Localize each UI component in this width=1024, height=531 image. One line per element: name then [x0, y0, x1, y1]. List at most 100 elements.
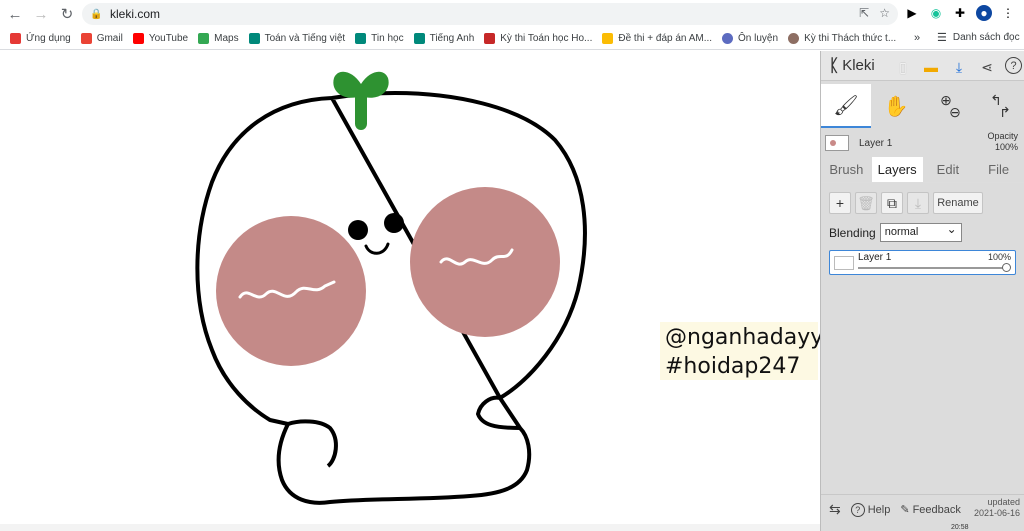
blending-control: Blending normal [829, 221, 962, 242]
profile-avatar-icon[interactable]: ● [976, 5, 992, 21]
opacity-readout: Opacity 100% [987, 131, 1018, 152]
bookmark-maps[interactable]: Maps [198, 33, 239, 44]
bookmark-toan-tieng-viet[interactable]: Toán và Tiếng việt [248, 33, 345, 44]
layer-list-opacity: 100% [987, 252, 1011, 262]
layer-opacity-slider-handle[interactable] [1002, 263, 1011, 272]
brush-tool-button[interactable]: 🖌 [821, 84, 871, 128]
share-icon[interactable]: ⇱ [859, 6, 869, 20]
bookmark-ky-thi-toan[interactable]: Kỳ thi Toán học Ho... [484, 33, 592, 44]
hand-tool-button[interactable]: ✋ [871, 84, 921, 128]
bookmark-de-thi[interactable]: Đề thi + đáp án AM... [602, 33, 712, 44]
right-eye [384, 213, 404, 233]
tab-layers[interactable]: Layers [871, 157, 923, 182]
layer-thumbnail [825, 135, 849, 151]
delete-layer-button[interactable]: 🗑 [855, 192, 877, 214]
extension-grammarly-icon[interactable]: ◉ [928, 5, 944, 21]
drive-icon [602, 33, 614, 44]
help-button[interactable]: ? Help [850, 502, 890, 517]
swap-sides-button[interactable]: ⇆ [829, 501, 841, 518]
tab-edit[interactable]: Edit [923, 157, 974, 182]
new-file-icon[interactable]: ▯ [893, 57, 913, 77]
share-icon[interactable]: ⋖ [977, 57, 997, 77]
blending-select[interactable]: normal [879, 221, 962, 242]
layers-panel: + 🗑 ⧉ ⤓ Rename Blending normal Layer 1 1… [821, 183, 1024, 493]
layer-opacity-track[interactable] [858, 267, 1008, 269]
reading-list-icon: ☰ [937, 32, 947, 44]
blending-label: Blending [829, 225, 876, 240]
reload-icon[interactable]: ↻ [56, 3, 78, 25]
kleki-footer: ⇆ ? Help ✎ Feedback updated 2021-06-16 [821, 494, 1024, 524]
url-text: kleki.com [110, 7, 161, 21]
meet-icon [248, 33, 260, 44]
open-folder-icon[interactable]: ▬ [921, 57, 941, 77]
download-icon[interactable]: ⤓ [949, 57, 969, 77]
star-icon[interactable]: ☆ [879, 6, 890, 20]
undo-redo-button[interactable]: ↰ ↱ [971, 84, 1021, 128]
reading-list-button[interactable]: ☰ Danh sách đọc [937, 31, 1020, 44]
drawing-canvas[interactable]: @nganhadayy #hoidap247 [0, 51, 824, 531]
kleki-logo[interactable]: ᛕ Kleki [829, 56, 875, 76]
os-taskbar [0, 524, 820, 531]
bookmark-on-luyen[interactable]: Ôn luyện [722, 33, 778, 44]
merge-down-icon: ⤓ [914, 194, 922, 211]
taskbar-clock: 20:58 [951, 524, 969, 531]
maps-pin-icon [198, 33, 210, 44]
duplicate-layer-button[interactable]: ⧉ [881, 192, 903, 214]
menu-dots-icon[interactable]: ⋮ [1000, 5, 1016, 21]
youtube-icon [132, 33, 144, 44]
bookmark-thach-thuc[interactable]: Kỳ thi Thách thức t... [788, 33, 896, 44]
help-icon: ? [850, 502, 865, 517]
redo-icon[interactable]: ↱ [999, 105, 1011, 119]
layer-actions: + 🗑 ⧉ ⤓ Rename [829, 192, 983, 214]
meet-icon [413, 33, 425, 44]
canvas-drawing [195, 71, 587, 505]
tab-file[interactable]: File [973, 157, 1024, 182]
bookmark-youtube[interactable]: YouTube [132, 33, 188, 44]
left-eye [348, 220, 368, 240]
layer-list-name: Layer 1 [858, 252, 892, 263]
kleki-file-actions: ▯ ▬ ⤓ ⋖ ? [893, 57, 1022, 77]
zoom-out-icon[interactable]: ⊖ [949, 105, 961, 119]
left-cheek [216, 216, 366, 366]
sprout-stem [355, 92, 367, 130]
trash-icon: 🗑 [857, 194, 875, 211]
back-arrow-icon[interactable]: ← [4, 3, 26, 25]
bookmark-apps[interactable]: Ứng dụng [10, 33, 71, 44]
merge-layer-button[interactable]: ⤓ [907, 192, 929, 214]
swap-arrows-icon: ⇆ [829, 501, 841, 517]
address-bar[interactable]: 🔒 kleki.com ⇱ ☆ [82, 3, 898, 25]
browser-toolbar: ← → ↻ 🔒 kleki.com ⇱ ☆ ▶ ◉ ✚ ● ⋮ [0, 0, 1024, 28]
sprout-leaves [333, 71, 389, 98]
feedback-icon: ✎ [900, 504, 910, 516]
updated-info: updated 2021-06-16 [973, 497, 1020, 518]
bookmark-gmail[interactable]: Gmail [80, 33, 123, 44]
help-circle-icon[interactable]: ? [1005, 57, 1022, 74]
tab-brush[interactable]: Brush [821, 157, 872, 182]
bookmarks-more-button[interactable]: » [914, 32, 920, 44]
bookmark-tin-hoc[interactable]: Tin học [355, 33, 404, 44]
owl-icon [722, 33, 734, 44]
layer-list-item[interactable]: Layer 1 100% [829, 250, 1016, 275]
flag-icon [484, 33, 496, 44]
bookmarks-bar: Ứng dụng Gmail YouTube Maps Toán và Tiến… [0, 28, 1024, 50]
add-layer-button[interactable]: + [829, 192, 851, 214]
meet-icon [355, 33, 367, 44]
lock-icon[interactable]: 🔒 [90, 9, 108, 20]
kleki-logo-icon: ᛕ [829, 55, 840, 75]
forward-arrow-icon[interactable]: → [30, 3, 52, 25]
brush-icon: 🖌 [833, 94, 859, 117]
extension-play-icon[interactable]: ▶ [904, 5, 920, 21]
bookmark-tieng-anh[interactable]: Tiếng Anh [413, 33, 474, 44]
current-layer-info: Layer 1 Opacity 100% [821, 130, 1024, 156]
zoom-button[interactable]: ⊕ ⊖ [921, 84, 971, 128]
panel-tabs: Brush Layers Edit File [821, 157, 1024, 183]
extensions-puzzle-icon[interactable]: ✚ [952, 5, 968, 21]
duplicate-icon: ⧉ [887, 194, 897, 211]
feedback-button[interactable]: ✎ Feedback [900, 503, 961, 517]
tool-selector: 🖌 ✋ ⊕ ⊖ ↰ ↱ [821, 84, 1024, 128]
layer-list-thumbnail [834, 256, 854, 270]
watermark-username: @nganhadayy [665, 325, 824, 350]
site-icon [788, 33, 800, 44]
plus-icon: + [835, 195, 845, 211]
rename-layer-button[interactable]: Rename [933, 192, 983, 214]
